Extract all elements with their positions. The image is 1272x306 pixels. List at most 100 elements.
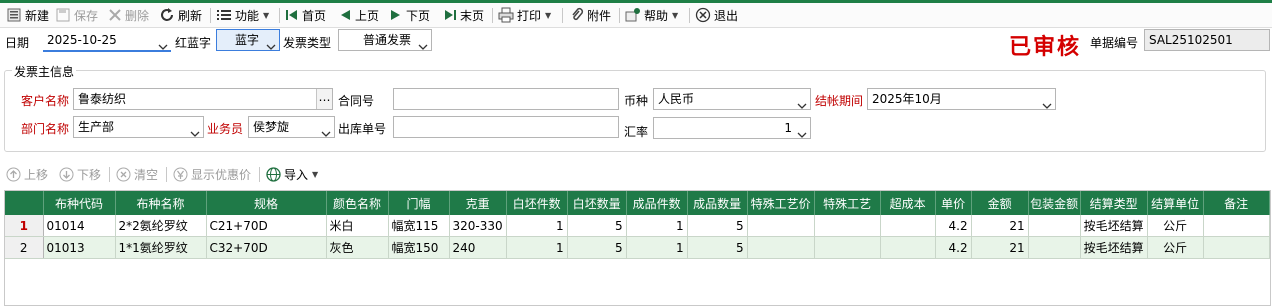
table-cell[interactable]: 1 bbox=[506, 236, 568, 259]
column-header[interactable]: 门幅 bbox=[388, 191, 450, 215]
import-menu-button[interactable]: 导入 ▼ bbox=[266, 164, 318, 184]
function-menu-button[interactable]: 功能 ▼ bbox=[216, 5, 269, 25]
salesman-select[interactable]: 侯梦旋 bbox=[248, 116, 335, 138]
table-cell[interactable]: 灰色 bbox=[326, 236, 389, 259]
list-icon bbox=[216, 7, 232, 23]
detail-table: 布种代码 布种名称 规格 颜色名称 门幅 克重 白坯件数 白坯数量 成品件数 成… bbox=[5, 191, 1270, 259]
invoice-type-label: 发票类型 bbox=[283, 36, 332, 50]
table-cell[interactable]: 2*2氨纶罗纹 bbox=[115, 215, 207, 237]
table-cell[interactable]: 公斤 bbox=[1147, 236, 1204, 259]
table-cell[interactable]: 米白 bbox=[326, 215, 389, 237]
column-header[interactable]: 布种名称 bbox=[115, 191, 207, 215]
attachment-button[interactable]: 附件 bbox=[570, 5, 611, 25]
table-cell[interactable]: 公斤 bbox=[1147, 215, 1204, 237]
table-cell[interactable]: 01013 bbox=[43, 236, 116, 259]
table-row[interactable]: 2 01013 1*1氨纶罗纹 C32+70D 灰色 幅宽150 240 1 5… bbox=[5, 236, 1270, 259]
dept-select[interactable]: 生产部 bbox=[73, 116, 204, 138]
save-button[interactable]: 保存 bbox=[55, 5, 98, 25]
column-header[interactable]: 结算单位 bbox=[1147, 191, 1204, 215]
column-header[interactable]: 白坯数量 bbox=[567, 191, 627, 215]
new-button[interactable]: 新建 bbox=[6, 5, 49, 25]
date-picker[interactable]: 2025-10-25 bbox=[43, 30, 171, 52]
rate-field[interactable]: 1 bbox=[653, 117, 811, 139]
table-cell[interactable] bbox=[747, 215, 815, 237]
table-cell[interactable] bbox=[880, 215, 936, 237]
period-select[interactable]: 2025年10月 bbox=[867, 88, 1056, 110]
table-cell[interactable]: 21 bbox=[971, 236, 1029, 259]
column-header[interactable]: 超成本 bbox=[880, 191, 936, 215]
table-cell[interactable]: 5 bbox=[687, 236, 748, 259]
clear-button[interactable]: 清空 bbox=[116, 164, 158, 184]
column-header[interactable]: 白坯件数 bbox=[506, 191, 568, 215]
table-cell[interactable] bbox=[814, 236, 881, 259]
currency-select[interactable]: 人民币 bbox=[653, 88, 811, 110]
column-header[interactable]: 特殊工艺价 bbox=[747, 191, 815, 215]
previous-page-button[interactable]: 上页 bbox=[338, 5, 379, 25]
table-cell[interactable]: 21 bbox=[971, 215, 1029, 237]
table-cell[interactable] bbox=[1028, 215, 1081, 237]
table-cell[interactable]: 按毛坯结算 bbox=[1080, 215, 1148, 237]
table-cell[interactable] bbox=[747, 236, 815, 259]
column-header[interactable]: 规格 bbox=[206, 191, 327, 215]
first-page-button[interactable]: 首页 bbox=[285, 5, 326, 25]
table-cell[interactable] bbox=[1203, 236, 1270, 259]
table-cell[interactable] bbox=[1028, 236, 1081, 259]
paperclip-icon bbox=[570, 7, 584, 23]
toolbar-separator bbox=[166, 167, 167, 182]
table-cell[interactable]: 5 bbox=[567, 236, 627, 259]
table-cell[interactable] bbox=[814, 215, 881, 237]
next-page-button[interactable]: 下页 bbox=[389, 5, 430, 25]
table-cell[interactable]: 1 bbox=[626, 215, 688, 237]
table-cell[interactable]: C32+70D bbox=[206, 236, 327, 259]
table-cell[interactable]: 240 bbox=[449, 236, 507, 259]
table-cell[interactable]: 1*1氨纶罗纹 bbox=[115, 236, 207, 259]
print-menu-button[interactable]: 打印 ▼ bbox=[498, 5, 551, 25]
show-discount-button[interactable]: 显示优惠价 bbox=[173, 164, 251, 184]
column-header[interactable]: 特殊工艺 bbox=[814, 191, 881, 215]
column-header[interactable]: 备注 bbox=[1203, 191, 1270, 215]
outbound-field[interactable] bbox=[393, 116, 619, 138]
redblue-select[interactable]: 蓝字 bbox=[216, 29, 280, 51]
move-down-button[interactable]: 下移 bbox=[59, 164, 101, 184]
exit-button[interactable]: 退出 bbox=[695, 5, 738, 25]
previous-icon bbox=[338, 8, 352, 22]
table-cell[interactable]: 4.2 bbox=[935, 236, 972, 259]
table-cell[interactable]: 幅宽115 bbox=[388, 215, 450, 237]
chevron-down-icon bbox=[1042, 95, 1052, 109]
table-cell[interactable]: 1 bbox=[506, 215, 568, 237]
invoice-type-select[interactable]: 普通发票 bbox=[338, 29, 432, 51]
table-cell[interactable] bbox=[1203, 215, 1270, 237]
column-header[interactable]: 包装金额 bbox=[1028, 191, 1081, 215]
table-cell[interactable]: 320-330 bbox=[449, 215, 507, 237]
docno-field[interactable]: SAL25102501 bbox=[1144, 29, 1270, 51]
table-cell[interactable]: 按毛坯结算 bbox=[1080, 236, 1148, 259]
table-cell[interactable]: 5 bbox=[567, 215, 627, 237]
table-cell[interactable]: 01014 bbox=[43, 215, 116, 237]
column-header[interactable]: 布种代码 bbox=[43, 191, 116, 215]
last-page-button[interactable]: 末页 bbox=[443, 5, 484, 25]
table-cell[interactable]: 5 bbox=[687, 215, 748, 237]
column-header[interactable]: 成品数量 bbox=[687, 191, 748, 215]
column-header[interactable]: 结算类型 bbox=[1080, 191, 1148, 215]
column-header[interactable]: 单价 bbox=[935, 191, 972, 215]
docno-label: 单据编号 bbox=[1090, 36, 1139, 50]
help-menu-button[interactable]: 帮助 ▼ bbox=[625, 5, 678, 25]
move-up-button[interactable]: 上移 bbox=[6, 164, 48, 184]
ellipsis-button[interactable]: … bbox=[316, 89, 332, 109]
column-header[interactable]: 颜色名称 bbox=[326, 191, 389, 215]
customer-field[interactable]: 鲁泰纺织 … bbox=[73, 88, 333, 110]
table-cell[interactable] bbox=[880, 236, 936, 259]
table-cell[interactable]: 1 bbox=[626, 236, 688, 259]
column-header[interactable]: 金额 bbox=[971, 191, 1029, 215]
chevron-down-icon bbox=[418, 36, 428, 50]
table-cell[interactable]: 4.2 bbox=[935, 215, 972, 237]
table-cell[interactable]: C21+70D bbox=[206, 215, 327, 237]
refresh-button[interactable]: 刷新 bbox=[159, 5, 202, 25]
column-header[interactable]: 成品件数 bbox=[626, 191, 688, 215]
column-header[interactable]: 克重 bbox=[449, 191, 507, 215]
contract-field[interactable] bbox=[393, 88, 619, 110]
table-cell[interactable]: 幅宽150 bbox=[388, 236, 450, 259]
chevron-down-icon: ▼ bbox=[672, 10, 679, 20]
delete-button[interactable]: 删除 bbox=[108, 5, 149, 25]
table-row[interactable]: 1 01014 2*2氨纶罗纹 C21+70D 米白 幅宽115 320-330… bbox=[5, 215, 1270, 237]
